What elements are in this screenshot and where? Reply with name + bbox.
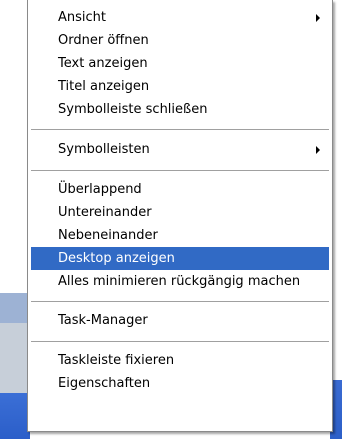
menu-item-label: Task-Manager (58, 313, 148, 328)
menu-item-ansicht[interactable]: Ansicht (31, 6, 329, 29)
menu-item-taskleiste-fixieren[interactable]: Taskleiste fixieren (31, 349, 329, 372)
taskbar-context-menu: Ansicht Ordner öffnen Text anzeigen Tite… (27, 0, 333, 432)
submenu-arrow-icon (316, 146, 320, 154)
menu-item-label: Taskleiste fixieren (58, 353, 175, 368)
menu-item-label: Symbolleisten (58, 142, 150, 157)
menu-item-label: Desktop anzeigen (58, 251, 175, 266)
menu-item-eigenschaften[interactable]: Eigenschaften (31, 372, 329, 395)
menu-item-nebeneinander[interactable]: Nebeneinander (31, 224, 329, 247)
menu-separator (31, 170, 329, 172)
menu-item-label: Ansicht (58, 10, 107, 25)
menu-item-ordner-oeffnen[interactable]: Ordner öffnen (31, 29, 329, 52)
menu-item-ueberlappend[interactable]: Überlappend (31, 178, 329, 201)
submenu-arrow-icon (316, 14, 320, 22)
menu-item-label: Text anzeigen (58, 56, 148, 71)
menu-separator (31, 341, 329, 343)
menu-item-label: Alles minimieren rückgängig machen (58, 274, 301, 289)
menu-item-desktop-anzeigen[interactable]: Desktop anzeigen (31, 247, 329, 270)
menu-item-label: Nebeneinander (58, 228, 158, 243)
menu-item-label: Untereinander (58, 205, 152, 220)
menu-separator (31, 129, 329, 131)
menu-item-task-manager[interactable]: Task-Manager (31, 309, 329, 332)
menu-item-label: Ordner öffnen (58, 33, 149, 48)
menu-separator (31, 301, 329, 303)
menu-item-alles-minimieren-rueckgaengig[interactable]: Alles minimieren rückgängig machen (31, 270, 329, 293)
menu-item-untereinander[interactable]: Untereinander (31, 201, 329, 224)
menu-item-label: Titel anzeigen (58, 79, 150, 94)
menu-item-label: Überlappend (58, 182, 142, 197)
menu-item-label: Symbolleiste schließen (58, 102, 208, 117)
menu-item-text-anzeigen[interactable]: Text anzeigen (31, 52, 329, 75)
taskbar-left-edge (0, 293, 30, 439)
menu-item-label: Eigenschaften (58, 376, 151, 391)
menu-item-titel-anzeigen[interactable]: Titel anzeigen (31, 75, 329, 98)
menu-item-symbolleisten[interactable]: Symbolleisten (31, 138, 329, 161)
menu-item-symbolleiste-schliessen[interactable]: Symbolleiste schließen (31, 98, 329, 121)
